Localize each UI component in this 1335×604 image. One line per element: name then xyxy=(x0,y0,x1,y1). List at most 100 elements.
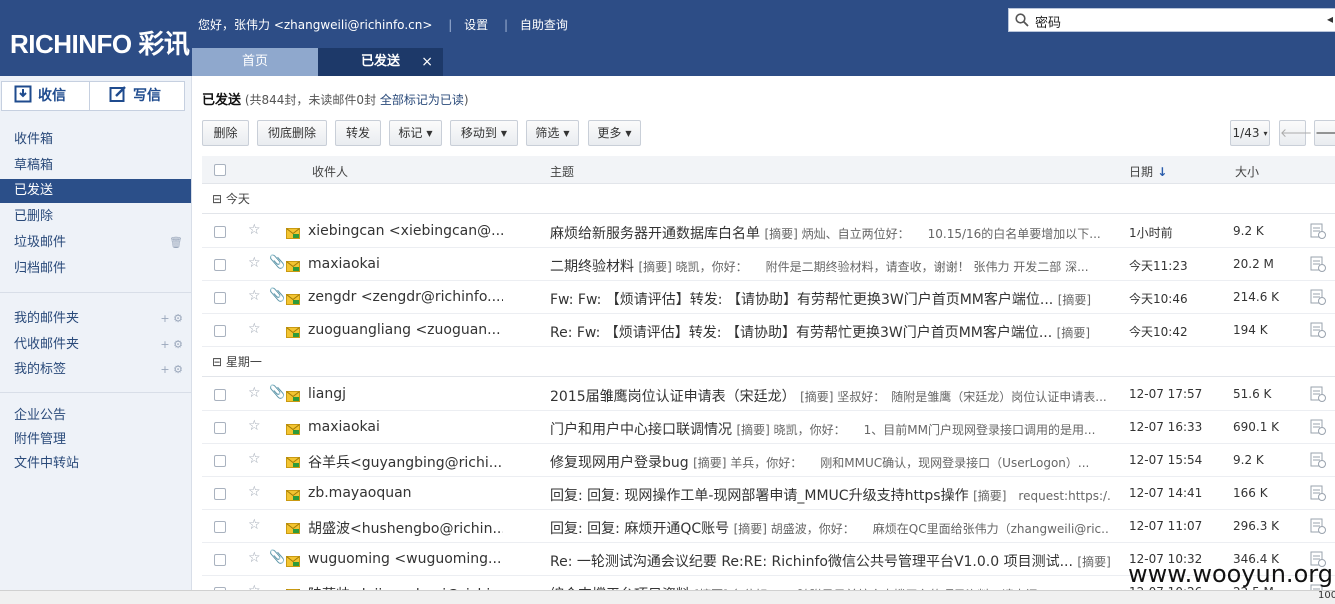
resend-icon[interactable] xyxy=(1310,485,1326,501)
permanent-delete-button[interactable]: 彻底删除 xyxy=(257,120,327,146)
star-icon[interactable]: ☆ xyxy=(248,451,261,467)
attachment-manager[interactable]: 附件管理 xyxy=(0,428,191,452)
recipient[interactable]: 谷羊兵<guyangbing@richi... xyxy=(308,452,503,472)
folder-drafts[interactable]: 草稿箱 xyxy=(0,154,191,178)
settings-link[interactable]: 设置 xyxy=(464,18,488,32)
file-transfer[interactable]: 文件中转站 xyxy=(0,452,191,476)
mail-subject[interactable]: Fw: Fw: 【烦请评估】转发: 【请协助】有劳帮忙更换3W门户首页MM客户端… xyxy=(550,289,1110,309)
mail-row[interactable]: ☆ 📎 liangj 2015届雏鹰岗位认证申请表（宋廷龙） [摘要] 坚叔好： 随附… xyxy=(202,378,1335,411)
next-page-button[interactable]: 🡒 xyxy=(1314,120,1335,146)
mail-subject[interactable]: 二期终验材料 [摘要] 晓凯，你好： 附件是二期终验材料，请查收，谢谢！ 张伟力… xyxy=(550,256,1110,276)
move-to-dropdown[interactable]: 移动到 ▼ xyxy=(450,120,518,146)
mark-dropdown[interactable]: 标记 ▼ xyxy=(389,120,442,146)
recipient[interactable]: zuoguangliang <zuoguan... xyxy=(308,322,503,338)
collapse-icon[interactable]: ⊟ xyxy=(212,355,222,369)
resend-icon[interactable] xyxy=(1310,419,1326,435)
recipient[interactable]: liangj xyxy=(308,386,503,402)
column-date[interactable]: 日期 ↓ xyxy=(1129,163,1167,180)
recipient[interactable]: wuguoming <wuguoming... xyxy=(308,551,503,567)
row-checkbox[interactable] xyxy=(214,226,226,238)
resend-icon[interactable] xyxy=(1310,322,1326,338)
mail-row[interactable]: ☆ 📎 maxiaokai 二期终验材料 [摘要] 晓凯，你好： 附件是二期终验材料，… xyxy=(202,248,1335,281)
forward-button[interactable]: 转发 xyxy=(335,120,381,146)
mail-row[interactable]: ☆ 胡盛波<hushengbo@richin... 回复: 回复: 麻烦开通QC账号… xyxy=(202,510,1335,543)
mail-subject[interactable]: 2015届雏鹰岗位认证申请表（宋廷龙） [摘要] 坚叔好： 随附是雏鹰（宋廷龙）… xyxy=(550,386,1110,406)
close-tab-icon[interactable]: × xyxy=(421,48,433,76)
recipient[interactable]: maxiaokai xyxy=(308,256,503,272)
tab-home[interactable]: 首页 xyxy=(192,48,318,76)
row-checkbox[interactable] xyxy=(214,389,226,401)
folder-archive[interactable]: 归档邮件 xyxy=(0,257,191,281)
mail-row[interactable]: ☆ zb.mayaoquan 回复: 回复: 现网操作工单-现网部署申请_MMUC升… xyxy=(202,477,1335,510)
mail-subject[interactable]: 回复: 回复: 麻烦开通QC账号 [摘要] 胡盛波，你好： 麻烦在QC里面给张伟… xyxy=(550,518,1110,538)
search-input[interactable]: 密码 ◂ xyxy=(1008,8,1335,32)
folder-spam[interactable]: 垃圾邮件 🗑 xyxy=(0,231,191,255)
recipient[interactable]: zengdr <zengdr@richinfo.... xyxy=(308,289,503,305)
add-settings-icon[interactable]: + ⚙ xyxy=(160,307,183,331)
tab-sent[interactable]: 已发送 × xyxy=(318,48,443,76)
mail-subject[interactable]: Re: 一轮测试沟通会议纪要 Re:RE: Richinfo微信公共号管理平台V… xyxy=(550,551,1110,571)
my-folders[interactable]: 我的邮件夹 + ⚙ xyxy=(0,307,191,331)
mail-subject[interactable]: 修复现网用户登录bug [摘要] 羊兵，你好： 刚和MMUC确认，现网登录接口（… xyxy=(550,452,1110,472)
star-icon[interactable]: ☆ xyxy=(248,255,261,271)
my-tags[interactable]: 我的标签 + ⚙ xyxy=(0,358,191,382)
mail-row[interactable]: ☆ xiebingcan <xiebingcan@... 麻烦给新服务器开通数据库白… xyxy=(202,215,1335,248)
mail-subject[interactable]: 门户和用户中心接口联调情况 [摘要] 晓凯，你好： 1、目前MM门户现网登录接口… xyxy=(550,419,1110,439)
star-icon[interactable]: ☆ xyxy=(248,517,261,533)
resend-icon[interactable] xyxy=(1310,518,1326,534)
richinfo-logo[interactable]: RICHINFO 彩讯 xyxy=(10,24,190,61)
enterprise-notice[interactable]: 企业公告 xyxy=(0,404,191,428)
receive-mail-button[interactable]: 收信 xyxy=(2,82,90,110)
folder-deleted[interactable]: 已删除 xyxy=(0,205,191,229)
star-icon[interactable]: ☆ xyxy=(248,418,261,434)
mail-row[interactable]: ☆ 谷羊兵<guyangbing@richi... 修复现网用户登录bug [摘要]… xyxy=(202,444,1335,477)
trash-icon[interactable]: 🗑 xyxy=(169,231,183,255)
collapse-icon[interactable]: ⊟ xyxy=(212,192,222,206)
mail-subject[interactable]: Re: Fw: 【烦请评估】转发: 【请协助】有劳帮忙更换3W门户首页MM客户端… xyxy=(550,322,1110,342)
filter-dropdown[interactable]: 筛选 ▼ xyxy=(526,120,579,146)
search-expand-icon[interactable]: ◂ xyxy=(1327,12,1333,26)
row-checkbox[interactable] xyxy=(214,292,226,304)
column-to[interactable]: 收件人 xyxy=(312,163,348,180)
resend-icon[interactable] xyxy=(1310,289,1326,305)
mark-all-read-link[interactable]: 全部标记为已读 xyxy=(380,93,464,107)
page-select[interactable]: 1/43 ▾ xyxy=(1230,120,1270,146)
date-group-header[interactable]: ⊟ 今天 xyxy=(202,184,1335,214)
star-icon[interactable]: ☆ xyxy=(248,288,261,304)
row-checkbox[interactable] xyxy=(214,259,226,271)
recipient[interactable]: maxiaokai xyxy=(308,419,503,435)
star-icon[interactable]: ☆ xyxy=(248,550,261,566)
mail-subject[interactable]: 回复: 回复: 现网操作工单-现网部署申请_MMUC升级支持https操作 [摘… xyxy=(550,485,1110,505)
folder-inbox[interactable]: 收件箱 xyxy=(0,128,191,152)
zoom-level[interactable]: 100 xyxy=(1318,590,1335,601)
more-dropdown[interactable]: 更多 ▼ xyxy=(588,120,641,146)
mail-row[interactable]: ☆ maxiaokai 门户和用户中心接口联调情况 [摘要] 晓凯，你好： 1、目前… xyxy=(202,411,1335,444)
select-all-checkbox[interactable] xyxy=(214,164,226,176)
column-subject[interactable]: 主题 xyxy=(550,163,574,180)
star-icon[interactable]: ☆ xyxy=(248,222,261,238)
row-checkbox[interactable] xyxy=(214,325,226,337)
row-checkbox[interactable] xyxy=(214,521,226,533)
row-checkbox[interactable] xyxy=(214,422,226,434)
delete-button[interactable]: 删除 xyxy=(202,120,249,146)
star-icon[interactable]: ☆ xyxy=(248,385,261,401)
resend-icon[interactable] xyxy=(1310,386,1326,402)
self-query-link[interactable]: 自助查询 xyxy=(520,18,568,32)
folder-sent[interactable]: 已发送 xyxy=(0,179,191,203)
column-size[interactable]: 大小 xyxy=(1235,163,1259,180)
star-icon[interactable]: ☆ xyxy=(248,484,261,500)
add-settings-icon[interactable]: + ⚙ xyxy=(160,333,183,357)
resend-icon[interactable] xyxy=(1310,223,1326,239)
prev-page-button[interactable]: 🡐 xyxy=(1279,120,1312,146)
compose-button[interactable]: 写信 xyxy=(91,82,185,110)
add-settings-icon[interactable]: + ⚙ xyxy=(160,358,183,382)
row-checkbox[interactable] xyxy=(214,488,226,500)
resend-icon[interactable] xyxy=(1310,256,1326,272)
mail-subject[interactable]: 麻烦给新服务器开通数据库白名单 [摘要] 炳灿、自立两位好： 10.15/16的… xyxy=(550,223,1110,243)
date-group-header[interactable]: ⊟ 星期一 xyxy=(202,347,1335,377)
row-checkbox[interactable] xyxy=(214,455,226,467)
proxy-folders[interactable]: 代收邮件夹 + ⚙ xyxy=(0,333,191,357)
recipient[interactable]: xiebingcan <xiebingcan@... xyxy=(308,223,503,239)
recipient[interactable]: zb.mayaoquan xyxy=(308,485,503,501)
row-checkbox[interactable] xyxy=(214,554,226,566)
